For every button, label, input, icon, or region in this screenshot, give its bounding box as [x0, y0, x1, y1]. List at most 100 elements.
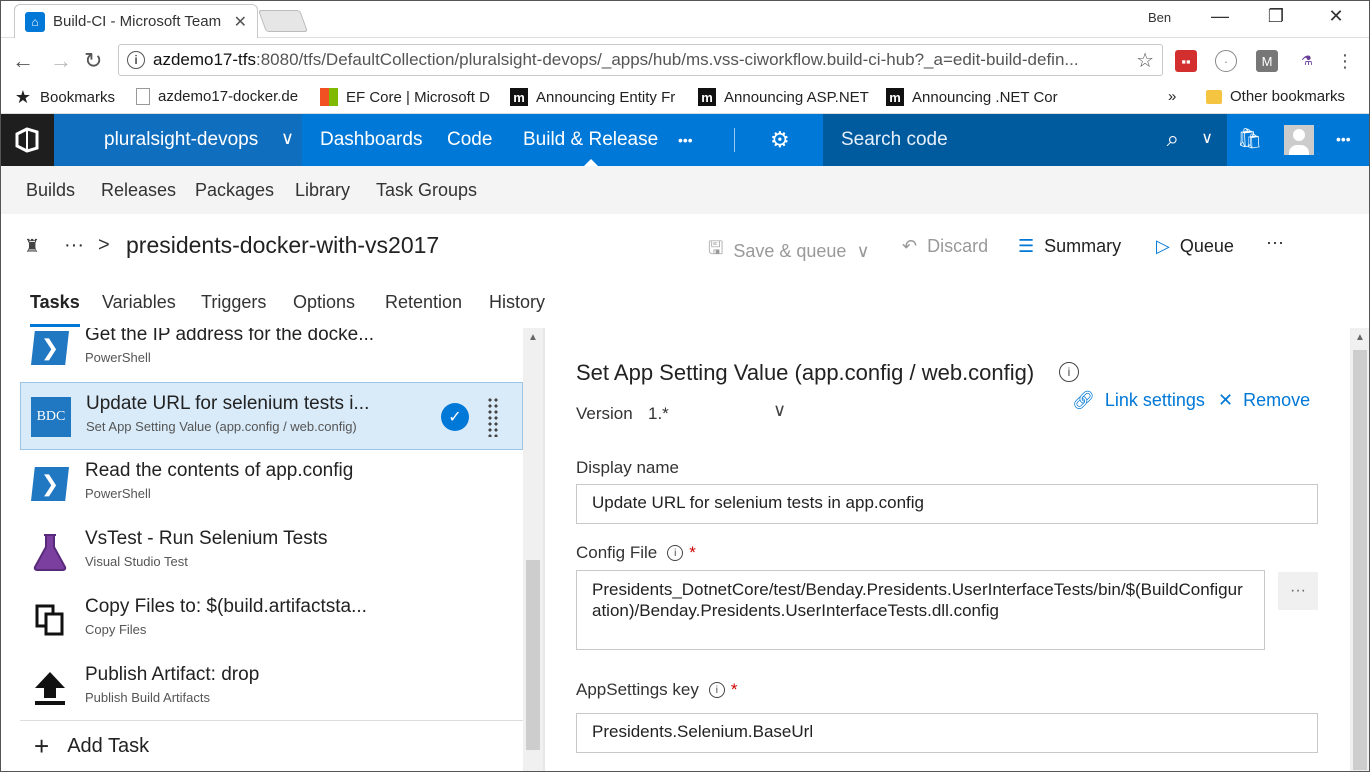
- url-path: :8080/tfs/DefaultCollection/pluralsight-…: [256, 50, 1079, 69]
- task-name: Get the IP address for the docke...: [85, 328, 375, 345]
- scroll-up-icon[interactable]: ▲: [1355, 332, 1365, 343]
- chevron-down-icon[interactable]: ∨: [773, 400, 786, 421]
- subnav-releases[interactable]: Releases: [101, 180, 176, 201]
- search-icon[interactable]: ⌕: [1167, 126, 1179, 152]
- address-bar[interactable]: i azdemo17-tfs :8080/tfs/DefaultCollecti…: [118, 44, 1163, 76]
- drag-handle-icon[interactable]: [487, 397, 499, 437]
- tab-history[interactable]: History: [489, 292, 545, 313]
- browser-menu-icon[interactable]: ⋮: [1334, 50, 1356, 72]
- close-tab-icon[interactable]: ✕: [234, 12, 247, 32]
- back-icon[interactable]: ←: [12, 48, 34, 74]
- hub-build-release[interactable]: Build & Release: [523, 114, 658, 166]
- scrollbar-thumb[interactable]: [526, 560, 540, 750]
- save-queue-button[interactable]: 🖫 Save & queue ∨: [708, 236, 870, 266]
- shopping-bag-icon[interactable]: 🛍: [1237, 126, 1262, 151]
- star-icon: ★: [14, 86, 32, 107]
- tab-retention[interactable]: Retention: [385, 292, 462, 313]
- subnav-library[interactable]: Library: [295, 180, 350, 201]
- info-icon[interactable]: i: [1059, 362, 1079, 382]
- info-icon[interactable]: i: [667, 545, 684, 561]
- add-task-button[interactable]: + Add Task: [20, 720, 523, 772]
- bookmark-item[interactable]: m Announcing ASP.NET: [698, 88, 870, 106]
- queue-button[interactable]: ▷ Queue: [1156, 236, 1234, 257]
- browse-button[interactable]: ···: [1278, 572, 1318, 610]
- tab-tasks[interactable]: Tasks: [30, 292, 80, 327]
- breadcrumb-more[interactable]: ···: [64, 234, 84, 257]
- close-window-icon[interactable]: ✕: [1316, 6, 1356, 27]
- forward-icon[interactable]: →: [50, 48, 72, 74]
- task-item[interactable]: VsTest - Run Selenium Tests Visual Studi…: [20, 518, 523, 586]
- task-type: Set App Setting Value (app.config / web.…: [86, 419, 357, 434]
- extension-icon[interactable]: ⚗: [1296, 50, 1318, 72]
- avatar[interactable]: [1284, 125, 1314, 155]
- subnav-packages[interactable]: Packages: [195, 180, 274, 201]
- info-icon[interactable]: i: [708, 682, 725, 698]
- flask-icon: [30, 532, 70, 572]
- task-item[interactable]: Publish Artifact: drop Publish Build Art…: [20, 654, 523, 722]
- task-item[interactable]: ❯ Get the IP address for the docke... Po…: [20, 328, 523, 382]
- task-list-scrollbar[interactable]: ▲: [523, 328, 543, 772]
- display-name-field[interactable]: Update URL for selenium tests in app.con…: [576, 484, 1318, 524]
- summary-button[interactable]: ☰ Summary: [1018, 236, 1121, 257]
- extension-icon[interactable]: ▪▪: [1175, 50, 1197, 72]
- header-more-menu[interactable]: •••: [1336, 131, 1351, 147]
- bookmark-item[interactable]: m Announcing .NET Cor: [886, 88, 1058, 106]
- version-select[interactable]: 1.*: [648, 404, 669, 424]
- appsettings-key-field[interactable]: Presidents.Selenium.BaseUrl: [576, 713, 1318, 753]
- m-icon: m: [510, 88, 528, 106]
- folder-icon: [1206, 89, 1222, 104]
- reload-icon[interactable]: ↻: [84, 48, 102, 74]
- scroll-up-icon[interactable]: ▲: [528, 332, 538, 343]
- bookmark-item[interactable]: azdemo17-docker.de: [136, 88, 304, 105]
- details-scrollbar[interactable]: ▲: [1350, 328, 1370, 772]
- browser-user[interactable]: Ben: [1148, 10, 1171, 25]
- extension-icon[interactable]: ·: [1215, 50, 1237, 72]
- subnav-builds[interactable]: Builds: [26, 180, 75, 201]
- vsts-logo-icon[interactable]: [0, 114, 54, 166]
- version-label: Version: [576, 404, 633, 423]
- scrollbar-thumb[interactable]: [1353, 350, 1367, 770]
- bookmarks-button[interactable]: ★ Bookmarks: [14, 86, 115, 107]
- task-details-panel: Set App Setting Value (app.config / web.…: [545, 328, 1350, 772]
- hub-code[interactable]: Code: [447, 114, 492, 166]
- discard-button[interactable]: ↶ Discard: [902, 236, 988, 257]
- bookmark-star-icon[interactable]: ☆: [1136, 48, 1154, 73]
- subnav-task-groups[interactable]: Task Groups: [376, 180, 477, 201]
- search-placeholder: Search code: [841, 129, 948, 150]
- hub-more[interactable]: •••: [678, 114, 693, 166]
- bdc-icon: BDC: [31, 397, 71, 437]
- link-settings-button[interactable]: 🔗︎ Link settings: [1072, 390, 1205, 411]
- config-file-field[interactable]: Presidents_DotnetCore/test/Benday.Presid…: [576, 570, 1265, 650]
- gear-icon[interactable]: ⚙: [770, 127, 790, 153]
- task-item[interactable]: ❯ Read the contents of app.config PowerS…: [20, 450, 523, 518]
- tab-options[interactable]: Options: [293, 292, 355, 313]
- info-icon[interactable]: i: [127, 51, 145, 69]
- play-icon: ▷: [1156, 236, 1170, 256]
- other-bookmarks[interactable]: Other bookmarks: [1206, 88, 1345, 105]
- bookmarks-overflow-button[interactable]: »: [1168, 88, 1176, 105]
- restore-icon[interactable]: ❐: [1256, 6, 1296, 27]
- sub-navigation: Builds Releases Packages Library Task Gr…: [0, 166, 1370, 214]
- bookmark-item[interactable]: EF Core | Microsoft D: [320, 88, 492, 106]
- chevron-down-icon[interactable]: ∨: [1201, 128, 1213, 148]
- summary-label: Summary: [1044, 236, 1122, 256]
- bookmark-item[interactable]: m Announcing Entity Fr: [510, 88, 682, 106]
- minimize-icon[interactable]: —: [1200, 6, 1240, 27]
- hub-dashboards[interactable]: Dashboards: [320, 114, 422, 166]
- link-icon: 🔗︎: [1072, 390, 1095, 410]
- chevron-down-icon: ∨: [856, 240, 870, 261]
- more-actions-button[interactable]: ···: [1266, 232, 1284, 253]
- tab-variables[interactable]: Variables: [102, 292, 176, 313]
- task-item-selected[interactable]: BDC Update URL for selenium tests i... S…: [20, 382, 523, 450]
- task-item[interactable]: Copy Files to: $(build.artifactsta... Co…: [20, 586, 523, 654]
- project-selector[interactable]: pluralsight-devops ∨: [54, 114, 302, 166]
- extension-icon[interactable]: M: [1256, 50, 1278, 72]
- remove-button[interactable]: ✕ Remove: [1218, 390, 1310, 411]
- task-name: Update URL for selenium tests i...: [86, 393, 370, 414]
- url-host: azdemo17-tfs: [153, 50, 256, 69]
- browser-tab[interactable]: ⌂ Build-CI - Microsoft Team ✕: [14, 4, 258, 38]
- new-tab-button[interactable]: [257, 10, 309, 32]
- search-box[interactable]: Search code ⌕ ∨: [823, 114, 1227, 166]
- tab-triggers[interactable]: Triggers: [201, 292, 266, 313]
- check-icon[interactable]: ✓: [441, 403, 469, 431]
